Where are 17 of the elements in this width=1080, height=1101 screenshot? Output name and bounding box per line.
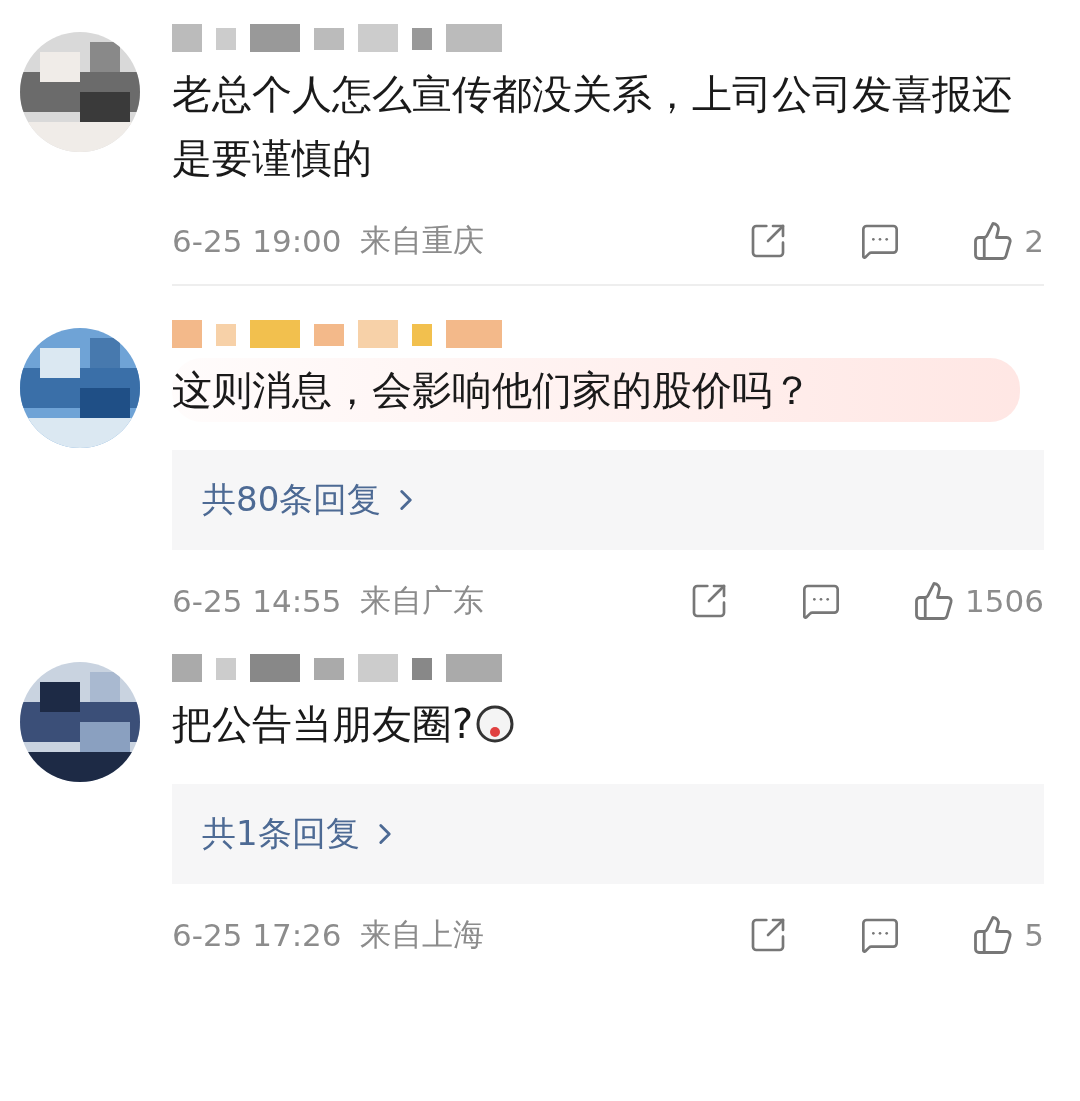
comment-text: 老总个人怎么宣传都没关系，上司公司发喜报还是要谨慎的	[172, 70, 1012, 183]
comment-time: 6-25 17:26	[172, 917, 342, 953]
like-count: 1506	[965, 583, 1044, 619]
like-count: 2	[1024, 223, 1044, 259]
comment-text: 把公告当朋友圈?	[172, 700, 474, 749]
comment-time: 6-25 14:55	[172, 583, 342, 619]
comment-location: 来自广东	[359, 581, 484, 620]
comment-location: 来自重庆	[359, 221, 484, 260]
like-icon[interactable]	[913, 580, 956, 622]
replies-link[interactable]: 共1条回复	[172, 784, 1044, 884]
like-icon[interactable]	[972, 914, 1015, 956]
comment-time: 6-25 19:00	[172, 223, 342, 259]
comment-text: 这则消息，会影响他们家的股价吗？	[172, 366, 812, 415]
comment-location: 来自上海	[359, 915, 484, 954]
like-count: 5	[1024, 917, 1044, 953]
replies-link[interactable]: 共80条回复	[172, 450, 1044, 550]
like-icon[interactable]	[972, 220, 1015, 262]
